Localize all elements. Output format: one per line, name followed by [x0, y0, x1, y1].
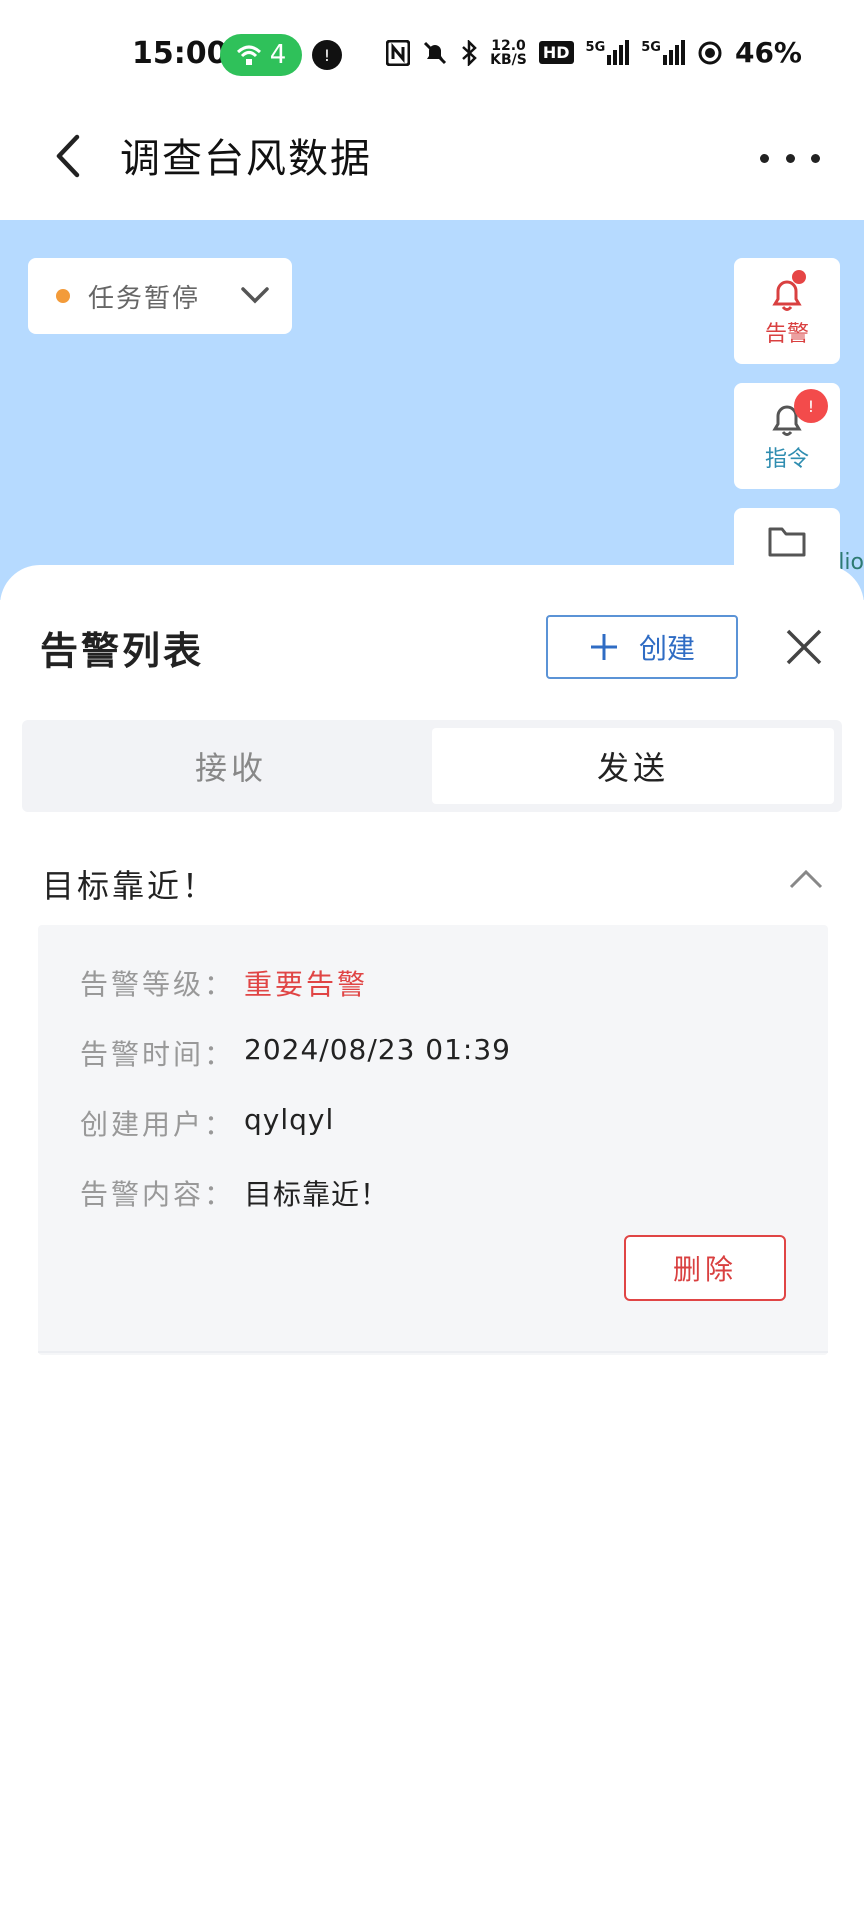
app-header: 调查台风数据 — [0, 104, 864, 220]
alert-user-key: 创建用户： — [80, 1108, 236, 1141]
alert-time-value: 2024/08/23 01:39 — [244, 1033, 511, 1066]
delete-button[interactable]: 删除 — [624, 1235, 786, 1301]
alert-content-row: 告警内容： 目标靠近！ — [80, 1173, 389, 1213]
create-label: 创建 — [638, 632, 695, 665]
hd-badge: HD — [538, 41, 574, 64]
alert-content-value: 目标靠近！ — [244, 1178, 390, 1211]
nfc-icon — [386, 39, 411, 66]
status-bar: 15:00 4 ! 12.0 KB/S HD 5G 5G 46% — [0, 0, 864, 104]
signal-label: 5G — [585, 40, 606, 55]
bluetooth-icon — [462, 39, 477, 66]
alert-time-key: 告警时间： — [80, 1038, 236, 1071]
alert-detail-card: 告警等级： 重要告警 告警时间： 2024/08/23 01:39 创建用户： … — [38, 925, 828, 1355]
back-icon[interactable] — [40, 124, 96, 188]
notification-dot: ! — [312, 40, 342, 70]
alert-user-row: 创建用户： qylqyl — [80, 1103, 334, 1143]
signal-5g-2: 5G — [641, 40, 685, 65]
map-view[interactable]: 任务暂停 告警 ! 指令 lio — [0, 220, 864, 600]
close-icon[interactable] — [782, 625, 826, 669]
alert-level-key: 告警等级： — [80, 968, 236, 1001]
folder-icon — [768, 527, 806, 557]
tab-send[interactable]: 发送 — [432, 728, 834, 804]
alarm-badge-dot — [792, 270, 806, 284]
alarm-label: 告警 — [764, 322, 809, 347]
create-button[interactable]: 创建 — [546, 615, 738, 679]
alert-level-value: 重要告警 — [244, 968, 369, 1001]
alert-title: 目标靠近！ — [42, 867, 218, 905]
alert-content-key: 告警内容： — [80, 1178, 236, 1211]
command-label: 指令 — [764, 447, 809, 472]
mute-bell-icon — [424, 41, 447, 64]
sheet-title: 告警列表 — [40, 629, 205, 673]
battery-saver-icon — [698, 41, 722, 64]
more-icon[interactable] — [760, 140, 820, 176]
alarm-button[interactable]: 告警 — [734, 258, 840, 364]
speed-value: 12.0 — [491, 37, 526, 54]
hotspot-pill: 4 — [220, 34, 302, 76]
tab-receive[interactable]: 接收 — [30, 728, 432, 804]
plus-icon — [590, 634, 617, 660]
signal-label: 5G — [641, 40, 661, 55]
hotspot-count: 4 — [269, 40, 287, 70]
task-status-dropdown[interactable]: 任务暂停 — [28, 258, 292, 334]
alert-item-header[interactable]: 目标靠近！ — [0, 835, 864, 931]
command-button[interactable]: ! 指令 — [734, 383, 840, 489]
network-speed: 12.0 KB/S — [490, 39, 527, 67]
alert-user-value: qylqyl — [244, 1103, 335, 1136]
battery-level: 46% — [734, 36, 802, 69]
tab-bar: 接收 发送 — [22, 720, 842, 812]
chevron-up-icon[interactable] — [788, 867, 824, 891]
page-title: 调查台风数据 — [120, 136, 372, 182]
status-dot — [56, 289, 70, 303]
speed-unit: KB/S — [490, 51, 527, 68]
command-badge: ! — [794, 389, 828, 423]
signal-5g-1: 5G — [586, 40, 630, 65]
divider — [38, 1351, 828, 1353]
chevron-down-icon — [241, 287, 269, 304]
status-time: 15:00 — [132, 36, 228, 71]
alert-time-row: 告警时间： 2024/08/23 01:39 — [80, 1033, 511, 1073]
task-status-label: 任务暂停 — [88, 283, 201, 314]
alarm-sheet: 告警列表 创建 接收 发送 目标靠近！ 告警等级： 重要告警 告警时间： 202… — [0, 565, 864, 1920]
status-icons: 12.0 KB/S HD 5G 5G 46% — [386, 36, 802, 69]
alert-level-row: 告警等级： 重要告警 — [80, 963, 368, 1003]
wifi-icon — [236, 45, 261, 65]
